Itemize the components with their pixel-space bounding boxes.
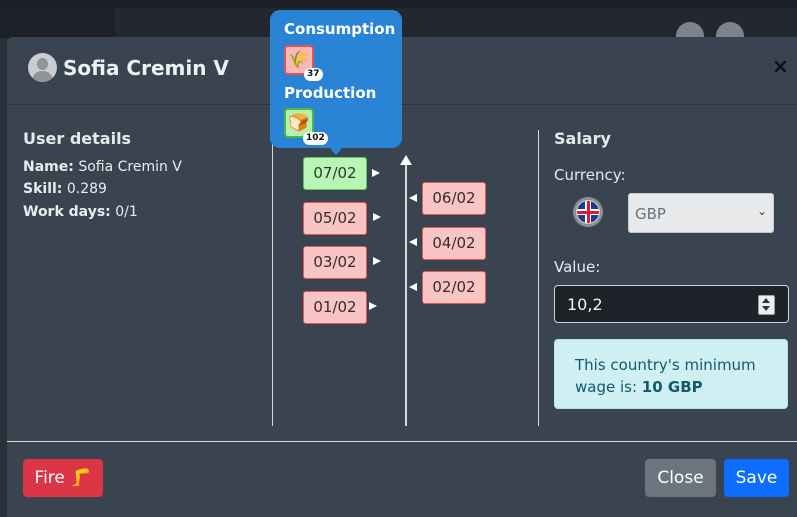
close-icon[interactable]: × (772, 54, 789, 78)
day-box[interactable]: 05/02 (303, 202, 367, 235)
arrow-right-icon (372, 169, 380, 177)
chevron-down-icon: ⌄ (756, 204, 767, 218)
production-count: 102 (303, 132, 328, 145)
salary-value-input[interactable]: 10,2 (554, 285, 789, 323)
fire-button[interactable]: Fire 🦵 (23, 459, 103, 497)
skill-value: 0.289 (66, 181, 107, 197)
avatar (28, 53, 57, 82)
column-divider-right (538, 130, 539, 426)
footer-divider (7, 441, 797, 442)
day-box[interactable]: 03/02 (303, 246, 367, 279)
detail-workdays: Work days: 0/1 (23, 204, 138, 220)
salary-value: 10,2 (567, 295, 603, 314)
consumption-count: 37 (304, 68, 323, 81)
uk-flag-icon (573, 197, 603, 227)
value-label: Value: (554, 258, 601, 276)
consumption-label: Consumption (284, 20, 396, 38)
arrow-right-icon (373, 257, 381, 265)
user-details-heading: User details (23, 129, 132, 148)
arrow-left-icon (409, 238, 417, 246)
arrow-left-icon (409, 194, 417, 202)
employee-modal: Sofia Cremin V × (7, 37, 797, 517)
currency-selected: GBP (635, 205, 666, 223)
detail-skill: Skill: 0.289 (23, 181, 107, 197)
arrow-left-icon (409, 283, 417, 291)
currency-label: Currency: (554, 166, 626, 184)
save-button[interactable]: Save (724, 459, 789, 497)
number-spinner[interactable] (758, 295, 775, 315)
currency-select[interactable]: GBP ⌄ (628, 193, 774, 233)
name-value: Sofia Cremin V (78, 159, 182, 175)
day-box[interactable]: 06/02 (422, 182, 486, 215)
timeline-axis (405, 164, 407, 426)
day-box[interactable]: 01/02 (303, 291, 367, 324)
minimum-wage-amount: 10 GBP (641, 378, 703, 396)
column-divider-left (272, 130, 273, 426)
day-popover: Consumption 🌾 37 Production 🍞 102 (270, 10, 402, 148)
day-box-current[interactable]: 07/02 (303, 157, 367, 190)
salary-heading: Salary (554, 129, 611, 148)
modal-title: Sofia Cremin V (63, 56, 229, 80)
detail-name: Name: Sofia Cremin V (23, 159, 182, 175)
modal-header: Sofia Cremin V × (7, 37, 797, 105)
timeline-arrow-up-icon (400, 155, 412, 165)
day-box[interactable]: 04/02 (422, 227, 486, 260)
arrow-right-icon (373, 213, 381, 221)
arrow-right-icon (369, 302, 377, 310)
workdays-label: Work days: (23, 204, 111, 220)
close-button[interactable]: Close (645, 459, 716, 497)
name-label: Name: (23, 159, 74, 175)
popover-tail (328, 146, 344, 155)
minimum-wage-alert: This country's minimum wage is: 10 GBP (554, 339, 788, 409)
skill-label: Skill: (23, 181, 63, 197)
production-label: Production (284, 84, 377, 102)
background-sidebar (0, 8, 115, 38)
background-topbar (0, 0, 797, 8)
day-box[interactable]: 02/02 (422, 271, 486, 304)
workdays-value: 0/1 (115, 204, 138, 220)
